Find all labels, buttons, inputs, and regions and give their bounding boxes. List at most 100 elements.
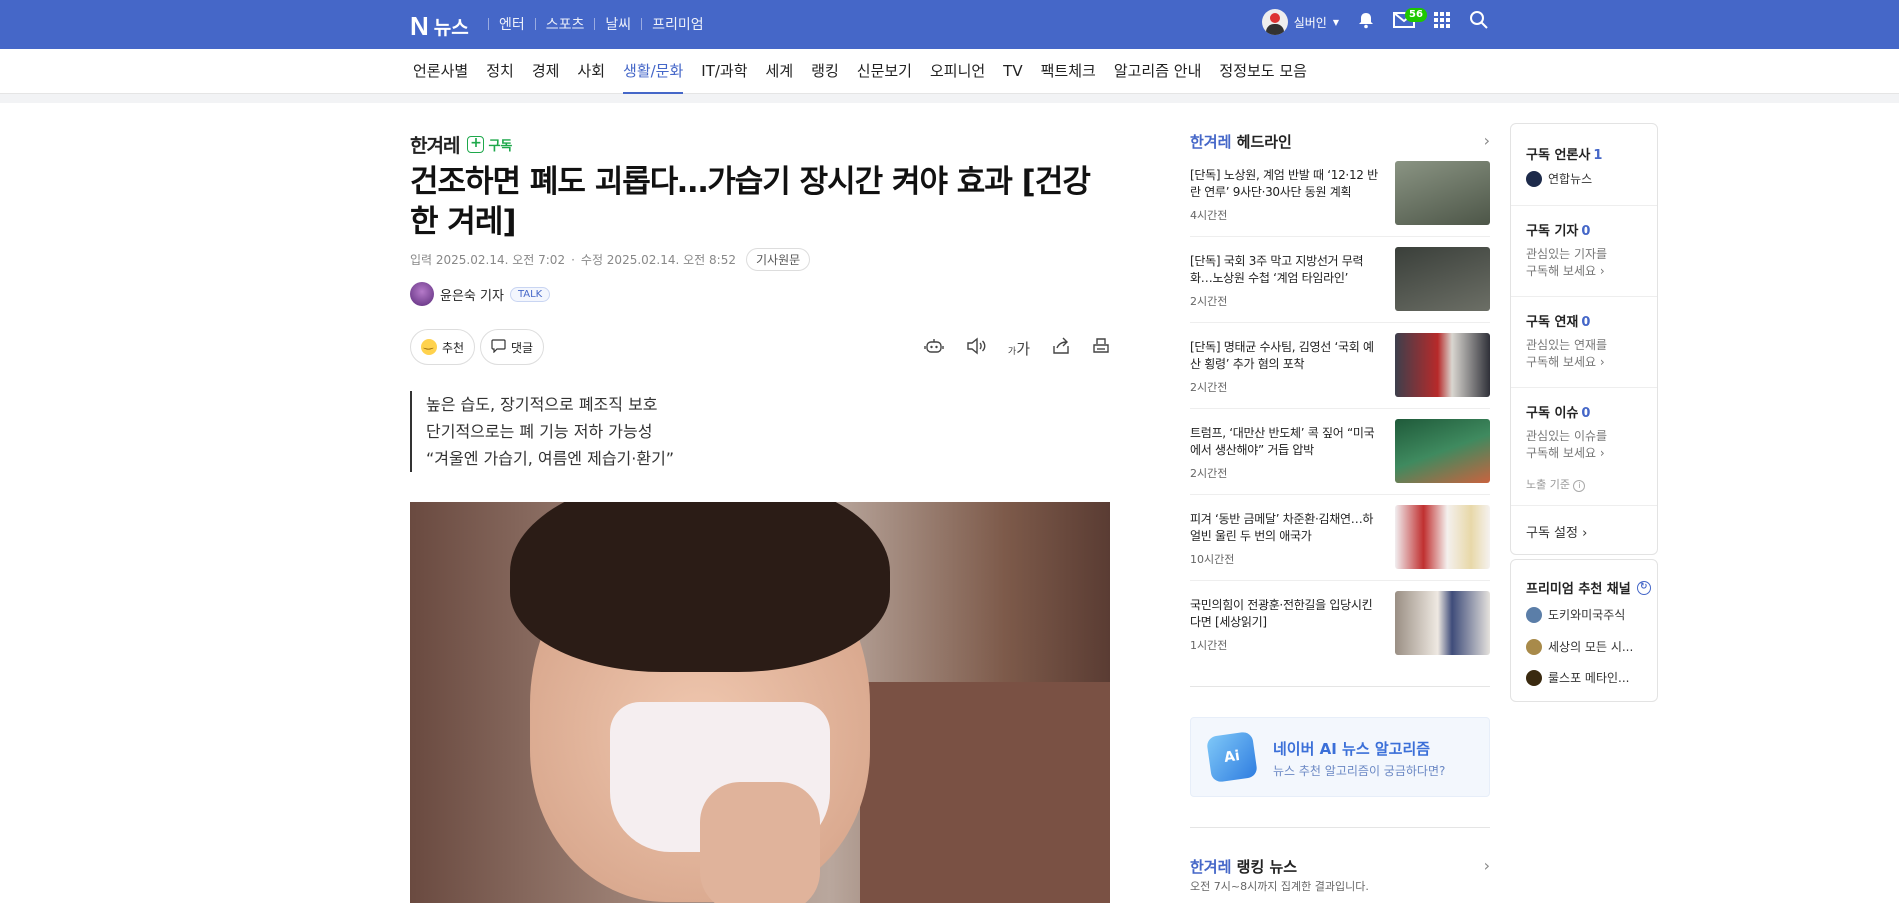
nav-item-ranking[interactable]: 랭킹	[802, 49, 848, 94]
article-summary: 높은 습도, 장기적으로 폐조직 보호 단기적으로는 폐 기능 저하 가능성 “…	[410, 391, 674, 472]
subscribed-issue-heading[interactable]: 구독 이슈 0	[1526, 402, 1590, 421]
chevron-right-icon[interactable]: ›	[1484, 131, 1490, 150]
share-icon[interactable]	[1052, 337, 1070, 359]
headline-item[interactable]: 트럼프, ‘대만산 반도체’ 콕 짚어 “미국에서 생산해야” 거듭 압박 2시…	[1190, 419, 1490, 495]
subscribed-reporter-desc[interactable]: 관심있는 기자를 구독해 보세요 ›	[1526, 246, 1607, 280]
headline-thumbnail[interactable]	[1395, 161, 1490, 225]
subscription-panel: 구독 언론사 1 연합뉴스 구독 기자 0 관심있는 기자를 구독해 보세요 › 구…	[1510, 123, 1658, 555]
desc-line: 관심있는 연재를	[1526, 338, 1608, 352]
subscribed-press-name: 연합뉴스	[1548, 172, 1593, 186]
font-size-icon[interactable]: 가가	[1008, 338, 1030, 359]
nav-item-press[interactable]: 언론사별	[404, 49, 477, 94]
search-icon[interactable]	[1469, 10, 1489, 34]
nav-item-opinion[interactable]: 오피니언	[921, 49, 994, 94]
exposure-criteria[interactable]: 노출 기준 i	[1526, 476, 1586, 493]
premium-channel-item[interactable]: 세상의 모든 시...	[1526, 638, 1633, 655]
subscribed-press-item[interactable]: 연합뉴스	[1526, 170, 1592, 187]
headline-thumbnail[interactable]	[1395, 247, 1490, 311]
user-name: 실버인	[1293, 15, 1327, 30]
article-tools: 가가	[924, 337, 1110, 359]
headline-item-time: 4시간전	[1190, 209, 1228, 222]
headline-item[interactable]: [단독] 국회 3주 막고 지방선거 무력화…노상원 수첩 ‘계엄 타임라인’ …	[1190, 247, 1490, 323]
subscribed-reporter-count: 0	[1581, 224, 1591, 239]
headline-item-title[interactable]: [단독] 명태균 수사팀, 김영선 ‘국회 예산 횡령’ 추가 혐의 포착	[1190, 339, 1380, 373]
headline-thumbnail[interactable]	[1395, 505, 1490, 569]
talk-badge[interactable]: TALK	[509, 286, 551, 302]
headline-thumbnail[interactable]	[1395, 591, 1490, 655]
subscription-settings-link[interactable]: 구독 설정 ›	[1526, 522, 1587, 541]
headline-item[interactable]: 국민의힘이 전광훈·전한길을 입당시킨다면 [세상읽기] 1시간전	[1190, 591, 1490, 667]
grid-menu-icon[interactable]	[1433, 11, 1451, 33]
nav-item-life-culture[interactable]: 생활/문화	[614, 49, 692, 94]
nav-item-newspaper[interactable]: 신문보기	[848, 49, 921, 94]
subscribed-issue-desc[interactable]: 관심있는 이슈를 구독해 보세요 ›	[1526, 428, 1607, 462]
ranking-title[interactable]: 한겨레 랭킹 뉴스	[1190, 856, 1297, 877]
subscribed-press-label: 구독 언론사	[1526, 148, 1591, 163]
headline-thumbnail[interactable]	[1395, 419, 1490, 483]
desc-line: 구독해 보세요	[1526, 355, 1597, 369]
subscribed-series-heading[interactable]: 구독 연재 0	[1526, 311, 1590, 330]
info-icon: i	[1573, 480, 1586, 492]
subscribed-reporter-heading[interactable]: 구독 기자 0	[1526, 220, 1590, 239]
reporter[interactable]: 윤은숙 기자 TALK	[410, 282, 551, 306]
headline-thumbnail[interactable]	[1395, 333, 1490, 397]
summary-line: “겨울엔 가습기, 여름엔 제습기·환기”	[426, 449, 675, 468]
subscribed-press-heading[interactable]: 구독 언론사 1	[1526, 144, 1602, 163]
headline-item-title[interactable]: 국민의힘이 전광훈·전한길을 입당시킨다면 [세상읽기]	[1190, 597, 1380, 631]
channel-name: 룰스포 메타인...	[1548, 671, 1630, 685]
naver-news-logo[interactable]: N 뉴스	[410, 11, 469, 42]
headline-item-time: 1시간전	[1190, 639, 1228, 652]
robot-summary-icon[interactable]	[924, 337, 944, 359]
bell-icon[interactable]	[1357, 11, 1375, 33]
nav-item-it-science[interactable]: IT/과학	[692, 49, 756, 94]
subscribed-series-desc[interactable]: 관심있는 연재를 구독해 보세요 ›	[1526, 337, 1607, 371]
nav-item-society[interactable]: 사회	[568, 49, 614, 94]
premium-channel-item[interactable]: 룰스포 메타인...	[1526, 669, 1630, 686]
chevron-right-icon: ›	[1599, 264, 1605, 278]
top-link-entertainment[interactable]: 엔터	[499, 14, 525, 34]
original-article-link[interactable]: 기사원문	[745, 248, 811, 271]
headline-item-title[interactable]: 트럼프, ‘대만산 반도체’ 콕 짚어 “미국에서 생산해야” 거듭 압박	[1190, 425, 1380, 459]
nav-item-factcheck[interactable]: 팩트체크	[1032, 49, 1105, 94]
headline-item-title[interactable]: 피겨 ‘동반 금메달’ 차준환·김채연…하얼빈 울린 두 번의 애국가	[1190, 511, 1380, 545]
press-header: 한겨레 + 구독	[410, 131, 512, 158]
headline-item[interactable]: 피겨 ‘동반 금메달’ 차준환·김채연…하얼빈 울린 두 번의 애국가 10시간…	[1190, 505, 1490, 581]
headline-item[interactable]: [단독] 노상원, 계엄 반발 때 ‘12·12 반란 연루’ 9사단·30사단…	[1190, 161, 1490, 237]
subscribed-issue-count: 0	[1581, 406, 1591, 421]
user-menu[interactable]: 실버인 ▼	[1261, 9, 1339, 35]
edit-time: 수정 2025.02.14. 오전 8:52	[580, 253, 736, 267]
top-link-weather[interactable]: 날씨	[605, 14, 631, 34]
headline-item[interactable]: [단독] 명태균 수사팀, 김영선 ‘국회 예산 횡령’ 추가 혐의 포착 2시…	[1190, 333, 1490, 409]
speaker-icon[interactable]	[966, 337, 986, 359]
recommend-button[interactable]: 추천	[410, 329, 476, 365]
yonhap-logo-icon	[1526, 170, 1542, 187]
nav-item-politics[interactable]: 정치	[477, 49, 523, 94]
subscribe-button[interactable]: + 구독	[467, 135, 512, 154]
top-link-premium[interactable]: 프리미엄	[652, 14, 704, 34]
top-link-sports[interactable]: 스포츠	[546, 14, 585, 34]
mail-icon[interactable]: 56	[1393, 8, 1427, 32]
chevron-right-icon: ›	[1582, 526, 1588, 541]
ai-algorithm-banner[interactable]: Ai 네이버 AI 뉴스 알고리즘 뉴스 추천 알고리즘이 궁금하다면?	[1190, 717, 1490, 797]
nav-item-economy[interactable]: 경제	[523, 49, 569, 94]
reporter-name[interactable]: 윤은숙 기자	[440, 285, 504, 304]
chevron-right-icon: ›	[1599, 446, 1605, 460]
headline-item-title[interactable]: [단독] 노상원, 계엄 반발 때 ‘12·12 반란 연루’ 9사단·30사단…	[1190, 167, 1380, 201]
premium-channel-item[interactable]: 도키와미국주식	[1526, 606, 1625, 623]
chevron-right-icon[interactable]: ›	[1484, 856, 1490, 875]
press-logo[interactable]: 한겨레	[410, 131, 460, 158]
reporter-avatar	[410, 282, 434, 306]
headline-item-title[interactable]: [단독] 국회 3주 막고 지방선거 무력화…노상원 수첩 ‘계엄 타임라인’	[1190, 253, 1380, 287]
channel-name: 도키와미국주식	[1548, 608, 1626, 622]
plus-icon: +	[467, 136, 485, 153]
nav-item-corrections[interactable]: 정정보도 모음	[1210, 49, 1316, 94]
headlines-title[interactable]: 한겨레 헤드라인	[1190, 131, 1292, 152]
channel-name: 세상의 모든 시...	[1548, 640, 1634, 654]
nav-item-world[interactable]: 세계	[757, 49, 803, 94]
refresh-icon[interactable]: ↻	[1636, 580, 1651, 595]
comments-button[interactable]: 댓글	[480, 329, 545, 365]
nav-item-algorithm[interactable]: 알고리즘 안내	[1105, 49, 1211, 94]
nav-item-tv[interactable]: TV	[994, 49, 1031, 94]
subscribed-series-count: 0	[1581, 315, 1591, 330]
print-icon[interactable]	[1092, 337, 1110, 359]
